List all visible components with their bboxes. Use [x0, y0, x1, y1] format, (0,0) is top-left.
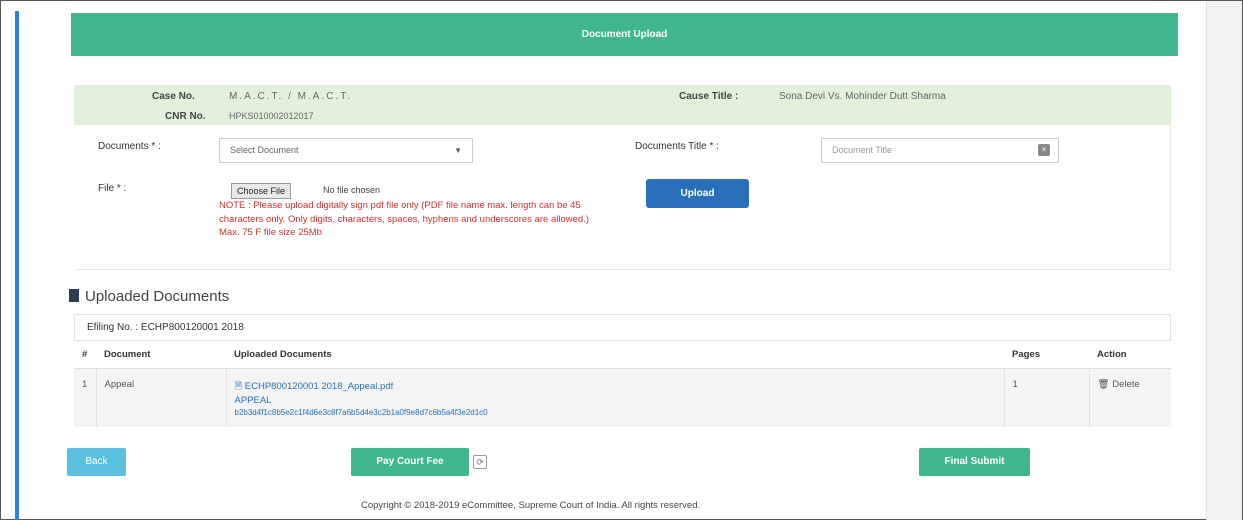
upload-button[interactable]: Upload: [646, 179, 749, 208]
fee-info-icon[interactable]: ⟳: [473, 455, 487, 469]
file-label: File * :: [98, 183, 127, 194]
cnr-label: CNR No.: [165, 111, 206, 122]
col-index: #: [74, 341, 96, 369]
row-pages: 1: [1004, 368, 1090, 427]
row-index: 1: [74, 368, 97, 427]
row-uploaded-document: 🗎 ECHP800120001 2018_Appeal.pdf APPEAL b…: [226, 368, 1005, 427]
copyright-text: Copyright © 2018-2019 eCommittee, Suprem…: [361, 500, 701, 511]
delete-icon: 🗑: [1097, 378, 1110, 390]
scrollbar-track[interactable]: [1206, 1, 1242, 520]
documents-select[interactable]: Select Document ▼: [219, 138, 473, 163]
cause-title-label: Cause Title :: [679, 91, 739, 102]
choose-file-button[interactable]: Choose File: [231, 183, 292, 199]
case-info-panel: Case No. M.A.C.T. / M.A.C.T. CNR No. HPK…: [74, 85, 1171, 125]
uploaded-documents-table: # Document Uploaded Documents Pages Acti…: [74, 341, 1171, 427]
pay-court-fee-button[interactable]: Pay Court Fee: [351, 448, 469, 476]
documents-title-label: Documents Title * :: [635, 141, 719, 152]
upload-form: Documents * : Select Document ▼ Document…: [74, 125, 1171, 270]
uploaded-documents-title: Uploaded Documents: [85, 288, 230, 305]
col-action: Action: [1089, 341, 1171, 369]
uploaded-file-type: APPEAL: [234, 394, 272, 406]
back-button[interactable]: Back: [67, 448, 126, 476]
uploaded-file-link[interactable]: 🗎 ECHP800120001 2018_Appeal.pdf: [235, 381, 394, 392]
case-no-value: M.A.C.T. / M.A.C.T.: [229, 91, 353, 102]
page-frame: Document Upload Case No. M.A.C.T. / M.A.…: [0, 0, 1243, 520]
table-row: 1 Appeal 🗎 ECHP800120001 2018_Appeal.pdf…: [74, 368, 1171, 427]
dropdown-caret-icon: ▼: [454, 146, 462, 155]
page-title-bar: Document Upload: [71, 13, 1178, 56]
upload-note: NOTE : Please upload digitally sign pdf …: [219, 200, 589, 238]
col-pages: Pages: [1004, 341, 1089, 369]
cause-title-value: Sona Devi Vs. Mohinder Dutt Sharma: [779, 91, 946, 102]
uploaded-file-name: ECHP800120001 2018_Appeal.pdf: [244, 380, 394, 392]
delete-button[interactable]: 🗑 Delete: [1098, 379, 1140, 390]
pdf-icon: 🗎: [234, 380, 245, 392]
final-submit-button[interactable]: Final Submit: [919, 448, 1030, 476]
documents-title-input[interactable]: Document Title ×: [821, 138, 1059, 163]
row-document: Appeal: [96, 368, 227, 427]
case-no-label: Case No.: [152, 91, 195, 102]
table-header-row: # Document Uploaded Documents Pages Acti…: [74, 341, 1171, 369]
row-action: 🗑 Delete: [1089, 368, 1171, 427]
document-icon: [69, 289, 79, 302]
clear-icon[interactable]: ×: [1038, 144, 1050, 156]
left-accent-bar: [15, 11, 19, 520]
col-uploaded-documents: Uploaded Documents: [226, 341, 1004, 369]
efiling-number: Efiling No. : ECHP800120001 2018: [74, 314, 1171, 341]
documents-select-value: Select Document: [230, 145, 299, 155]
cnr-value: HPKS010002012017: [229, 111, 314, 121]
uploaded-documents-heading: Uploaded Documents: [69, 288, 229, 305]
uploaded-file-hash: b2b3d4f1c8b5e2c1f4d6e3c8f7a6b5d4e3c2b1a0…: [234, 407, 488, 417]
page-title: Document Upload: [581, 29, 668, 40]
col-document: Document: [96, 341, 226, 369]
documents-title-placeholder: Document Title: [832, 145, 893, 155]
no-file-text: No file chosen: [323, 185, 381, 195]
documents-label: Documents * :: [98, 141, 161, 152]
delete-label: Delete: [1112, 378, 1140, 390]
